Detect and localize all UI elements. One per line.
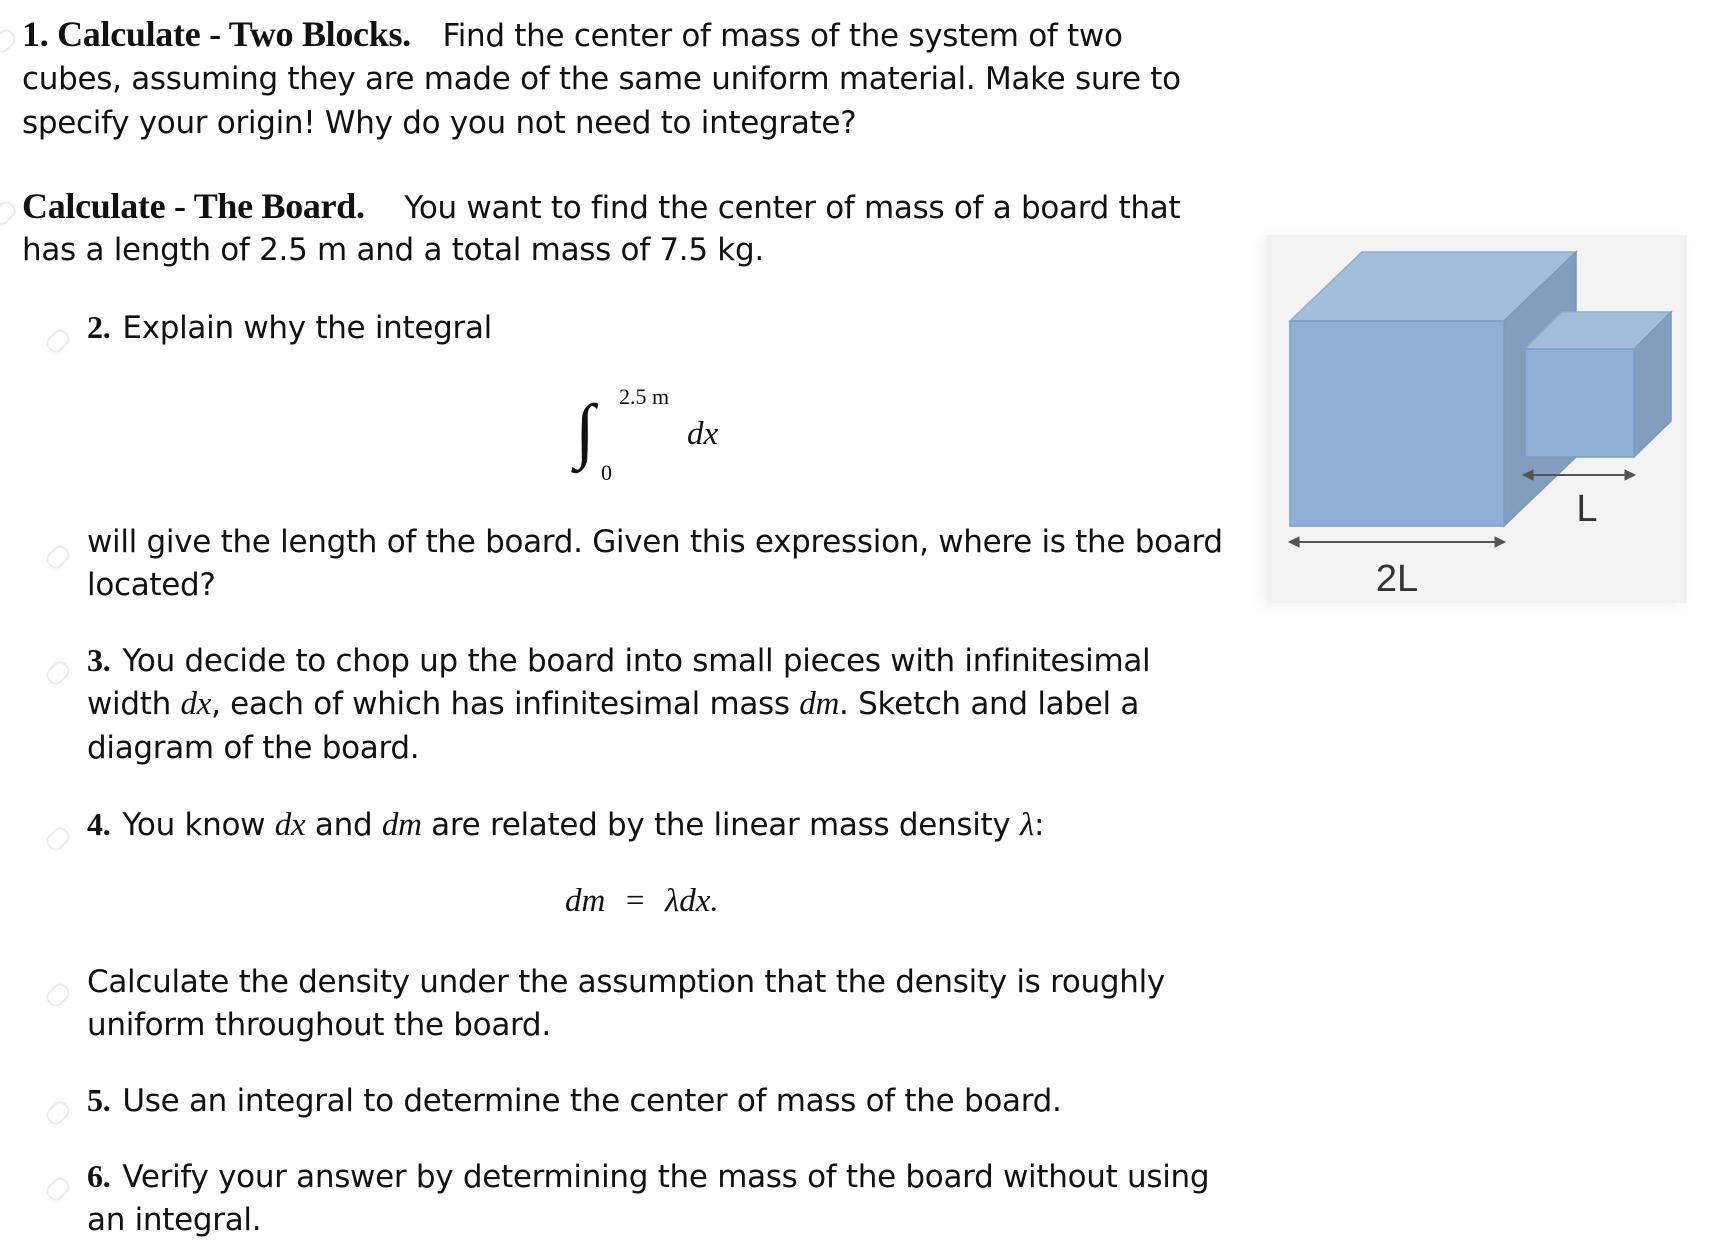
question-number: 6.	[87, 1158, 111, 1194]
problem-1: 1. Calculate - Two Blocks. Find the cent…	[22, 12, 1123, 58]
two-cubes-diagram: 2L L	[1287, 250, 1673, 600]
question-4-follow: Calculate the density under the assumpti…	[87, 964, 1165, 1000]
math-dx: dx	[274, 807, 306, 843]
question-2: 2. Explain why the integral	[87, 305, 492, 350]
board-section: Calculate - The Board. You want to find …	[22, 184, 1181, 230]
question-6: 6. Verify your answer by determining the …	[87, 1154, 1210, 1199]
equation-rhs: λdx.	[664, 883, 719, 919]
two-cubes-figure: 2L L	[1267, 235, 1687, 603]
question-2-follow: will give the length of the board. Given…	[87, 524, 1223, 560]
text-run: width	[87, 686, 181, 722]
text-run: and	[305, 807, 382, 843]
question-3-line: diagram of the board.	[87, 730, 420, 766]
equation-lhs: dm	[565, 883, 606, 919]
question-number: 2.	[87, 309, 111, 345]
math-dm: dm	[381, 807, 422, 843]
board-section-line: has a length of 2.5 m and a total mass o…	[22, 232, 764, 268]
question-5: 5. Use an integral to determine the cente…	[87, 1078, 1062, 1123]
text-run: :	[1033, 807, 1045, 843]
problem-1-line: specify your origin! Why do you not need…	[22, 105, 857, 141]
question-3: 3. You decide to chop up the board into s…	[87, 638, 1151, 683]
question-2-text: Explain why the integral	[122, 310, 492, 346]
problem-1-line: cubes, assuming they are made of the sam…	[22, 61, 1181, 97]
small-cube-label: L	[1576, 488, 1597, 530]
math-lambda: λ	[1019, 807, 1034, 843]
question-3-line: You decide to chop up the board into sma…	[122, 643, 1151, 679]
integral-lower-limit: 0	[601, 460, 612, 485]
question-number: 3.	[87, 642, 111, 678]
question-6-line: Verify your answer by determining the ma…	[122, 1159, 1210, 1195]
integral-expression: ∫ 2.5 m 0 dx	[575, 380, 745, 490]
text-run: , each of which has infinitesimal mass	[211, 686, 800, 722]
integral-sign: ∫	[575, 390, 595, 470]
text-run: are related by the linear mass density	[421, 807, 1020, 843]
question-2-follow: located?	[87, 567, 216, 603]
question-4: 4. You know dx and dm are related by the …	[87, 802, 1044, 847]
equation-equals: =	[625, 883, 645, 919]
text-run: . Sketch and label a	[839, 686, 1140, 722]
integrand: dx	[687, 416, 719, 452]
density-equation: dm = λdx.	[565, 880, 719, 920]
problem-1-line: Find the center of mass of the system of…	[442, 18, 1123, 54]
board-section-line: You want to find the center of mass of a…	[404, 190, 1181, 226]
question-number: 5.	[87, 1082, 111, 1118]
question-5-text: Use an integral to determine the center …	[122, 1083, 1062, 1119]
question-3-line: width dx, each of which has infinitesima…	[87, 682, 1139, 726]
small-cube-front	[1524, 348, 1635, 458]
board-section-title: Calculate - The Board.	[22, 186, 365, 226]
large-cube-dimension-arrow	[1287, 536, 1507, 548]
integral-upper-limit: 2.5 m	[619, 384, 670, 409]
text-run: You know	[122, 807, 275, 843]
math-dx: dx	[180, 686, 212, 722]
problem-1-title: 1. Calculate - Two Blocks.	[22, 14, 411, 54]
question-6-line: an integral.	[87, 1202, 262, 1238]
large-cube-front	[1289, 320, 1505, 527]
large-cube-label: 2L	[1376, 558, 1418, 600]
question-4-follow: uniform throughout the board.	[87, 1007, 551, 1043]
question-number: 4.	[87, 806, 111, 842]
math-dm: dm	[799, 686, 840, 722]
